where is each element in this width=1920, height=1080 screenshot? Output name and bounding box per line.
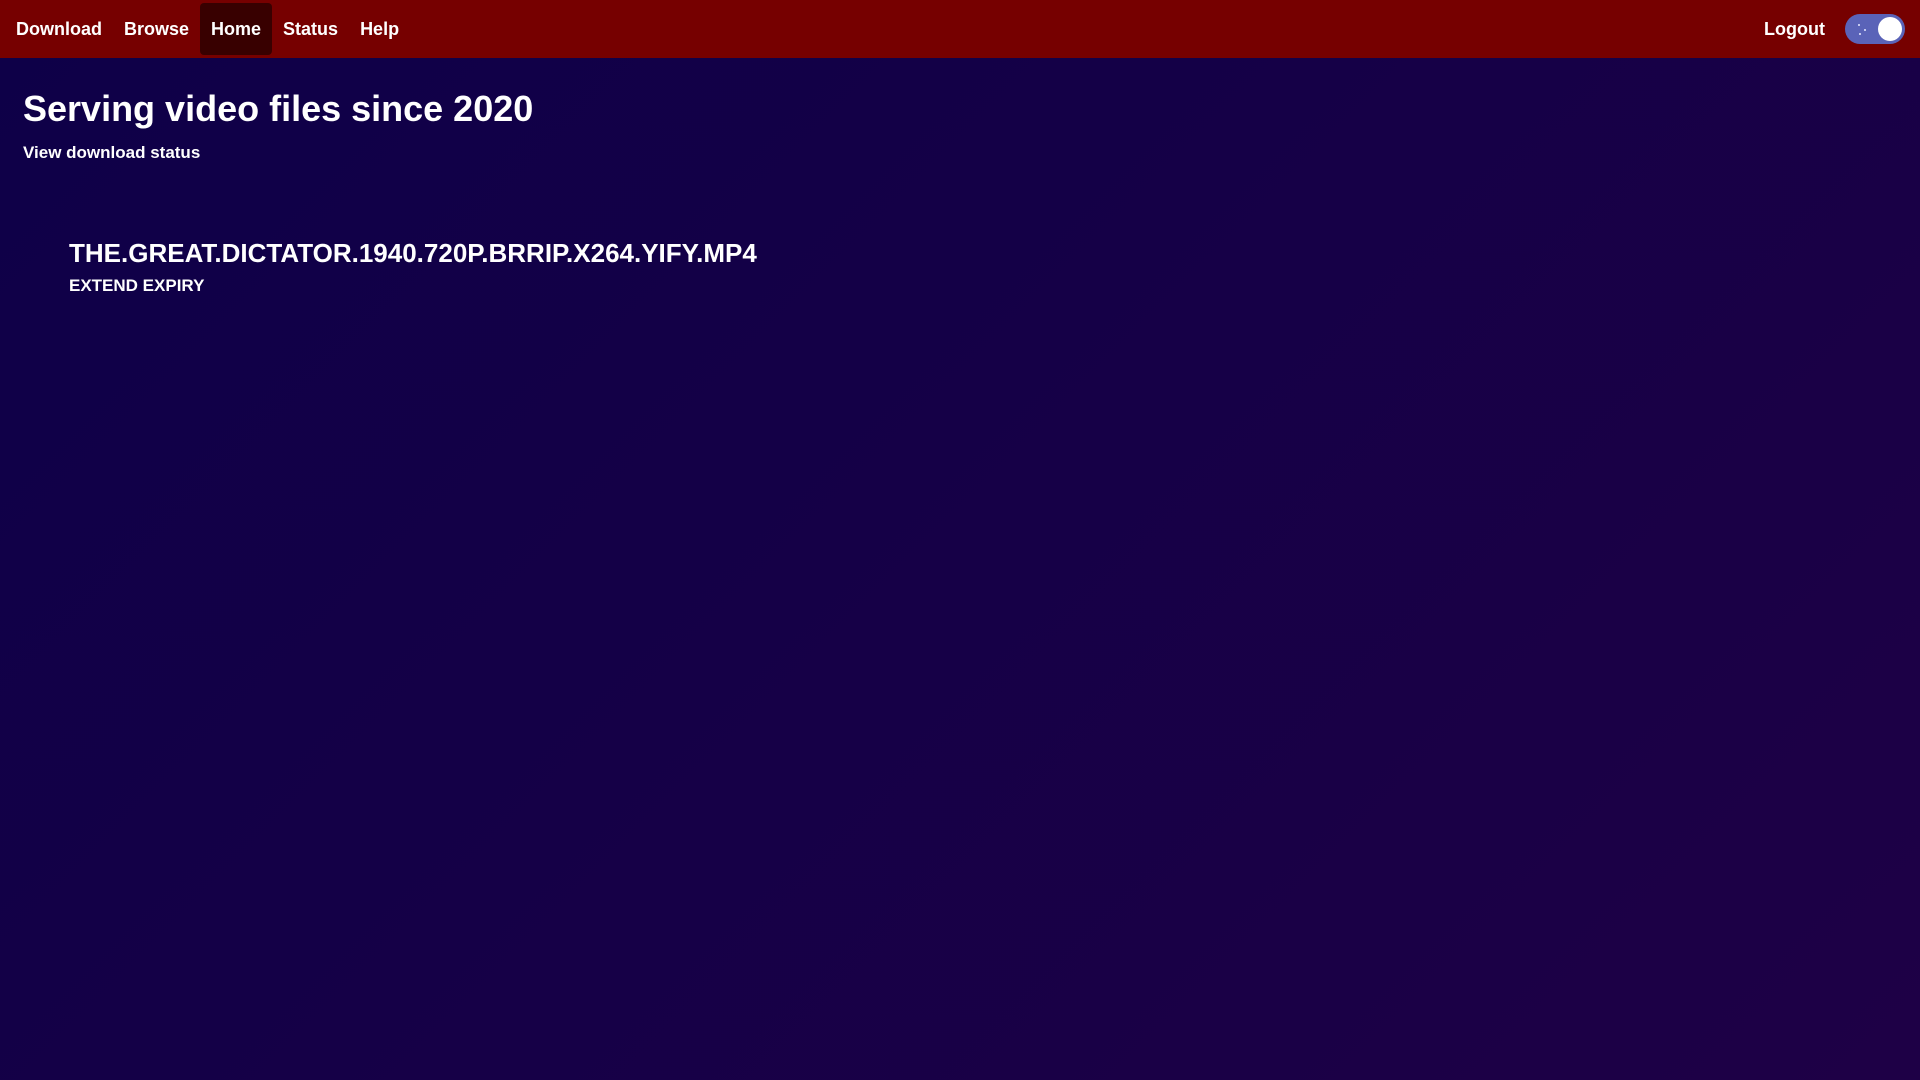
theme-toggle[interactable] (1845, 14, 1905, 44)
file-name: THE.GREAT.DICTATOR.1940.720P.BRRIP.X264.… (69, 238, 757, 268)
logout-button[interactable]: Logout (1764, 19, 1825, 40)
nav-item-home[interactable]: Home (200, 3, 273, 55)
nav-item-download[interactable]: Download (5, 3, 113, 55)
nav-item-status[interactable]: Status (272, 3, 349, 55)
nav-item-help[interactable]: Help (349, 3, 410, 55)
page-title: Serving video files since 2020 (23, 88, 534, 129)
top-navbar: Download Browse Home Status Help Logout (0, 0, 1920, 58)
nav-links: Download Browse Home Status Help (5, 0, 410, 58)
nav-item-browse[interactable]: Browse (113, 3, 200, 55)
toggle-knob (1878, 17, 1902, 41)
nav-right: Logout (1764, 0, 1915, 58)
view-download-status-link[interactable]: View download status (23, 143, 200, 163)
file-item: THE.GREAT.DICTATOR.1940.720P.BRRIP.X264.… (69, 234, 757, 296)
moon-stars-icon (1856, 21, 1870, 37)
extend-expiry-button[interactable]: EXTEND EXPIRY (69, 276, 204, 296)
main-content: Serving video files since 2020 View down… (23, 84, 533, 163)
